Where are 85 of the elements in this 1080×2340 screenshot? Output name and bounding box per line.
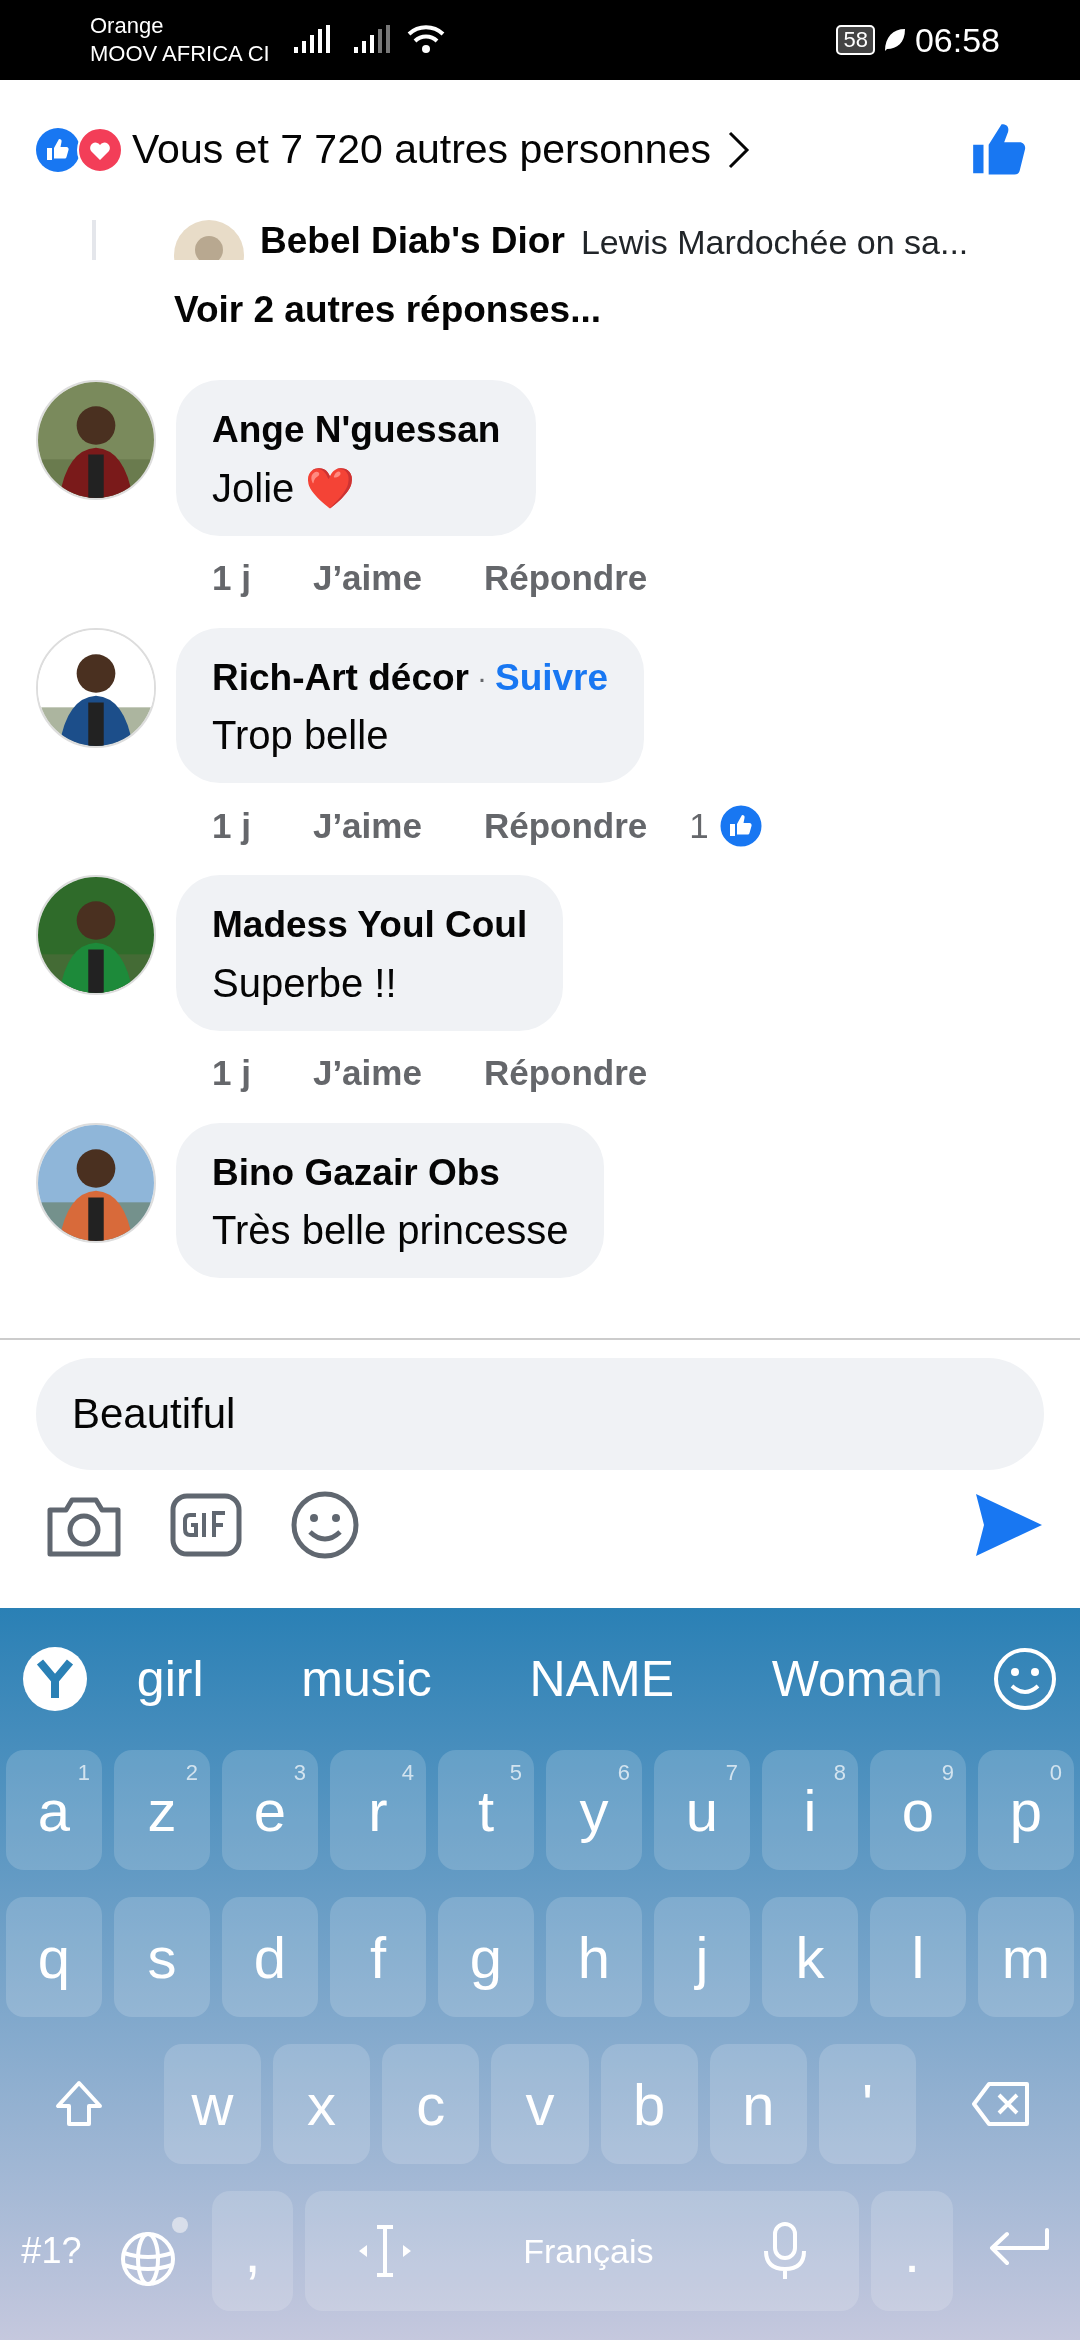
- like-link[interactable]: J’aime: [312, 552, 422, 605]
- key[interactable]: v: [491, 2044, 589, 2164]
- wifi-icon: [405, 24, 446, 56]
- key[interactable]: n: [709, 2044, 807, 2164]
- signal-icon: [293, 25, 330, 55]
- key[interactable]: e 3: [222, 1750, 318, 1870]
- key[interactable]: q: [6, 1897, 102, 2017]
- comment-time: 1 j: [212, 557, 251, 600]
- key[interactable]: h: [546, 1897, 642, 2017]
- key[interactable]: m: [978, 1897, 1074, 2017]
- key[interactable]: o 9: [870, 1750, 966, 1870]
- key[interactable]: x: [273, 2044, 371, 2164]
- comment-field[interactable]: Beautiful: [36, 1358, 1044, 1470]
- signal-icon: [353, 25, 390, 55]
- key-hint: 1: [77, 1759, 90, 1787]
- emoji-icon[interactable]: [290, 1490, 360, 1560]
- suggestion[interactable]: girl: [136, 1641, 204, 1717]
- like-count: 1: [689, 804, 709, 847]
- leaf-icon: [882, 27, 907, 53]
- suggestion[interactable]: NAME: [529, 1641, 675, 1717]
- key[interactable]: r 4: [330, 1750, 426, 1870]
- comment-time: 1 j: [212, 804, 251, 847]
- reactions-icon: [34, 126, 124, 174]
- reactions-link[interactable]: Vous et 7 720 autres personnes: [132, 119, 711, 181]
- reply-link[interactable]: Répondre: [483, 799, 648, 853]
- key-hint: 8: [833, 1759, 846, 1787]
- space-bar[interactable]: Français: [305, 2191, 860, 2311]
- key[interactable]: z 2: [114, 1750, 210, 1870]
- comment-text: Très belle princesse: [212, 1207, 569, 1254]
- reply-link[interactable]: Répondre: [483, 1047, 648, 1100]
- key[interactable]: t 5: [438, 1750, 534, 1870]
- more-replies-link[interactable]: Voir 2 autres réponses...: [174, 282, 602, 338]
- symbols-key[interactable]: #1?: [6, 2191, 97, 2311]
- comment-time: 1 j: [212, 1052, 251, 1095]
- gif-icon[interactable]: [170, 1493, 242, 1557]
- suggestion[interactable]: music: [301, 1641, 432, 1717]
- key-hint: 9: [941, 1759, 954, 1787]
- key-hint: 6: [617, 1759, 630, 1787]
- key-hint: 2: [185, 1759, 198, 1787]
- key[interactable]: ': [819, 2044, 917, 2164]
- comma-key[interactable]: ,: [211, 2191, 294, 2311]
- key-hint: 4: [401, 1759, 414, 1787]
- reply-preview: Lewis Mardochée on sa...: [580, 222, 969, 260]
- separator-dot: ·: [477, 659, 487, 696]
- key[interactable]: f: [330, 1897, 426, 2017]
- key[interactable]: g: [438, 1897, 534, 2017]
- battery-icon: 58: [836, 25, 875, 55]
- key-hint: 5: [509, 1759, 522, 1787]
- emoji-icon[interactable]: [992, 1646, 1058, 1712]
- period-key[interactable]: .: [871, 2191, 954, 2311]
- carrier-name: Orange: [90, 12, 165, 40]
- comment-text: Jolie ❤: [212, 464, 357, 512]
- comment-text: Superbe !!: [212, 959, 398, 1007]
- key[interactable]: j: [654, 1897, 750, 2017]
- key[interactable]: l: [870, 1897, 966, 2017]
- key[interactable]: a 1: [6, 1750, 102, 1870]
- send-icon[interactable]: [974, 1492, 1044, 1558]
- key[interactable]: y 6: [546, 1750, 642, 1870]
- key[interactable]: u 7: [654, 1750, 750, 1870]
- key-hint: 0: [1049, 1759, 1062, 1787]
- key-hint: 7: [725, 1759, 738, 1787]
- commenter-name: Rich-Art décor: [212, 655, 469, 700]
- key-hint: 3: [293, 1759, 306, 1787]
- like-link[interactable]: J’aime: [312, 1047, 422, 1100]
- key[interactable]: c: [382, 2044, 480, 2164]
- key[interactable]: k: [762, 1897, 858, 2017]
- backspace-icon[interactable]: [971, 2081, 1032, 2127]
- commenter-name: Ange N'guessan: [212, 408, 501, 452]
- follow-link[interactable]: Suivre: [495, 649, 609, 705]
- key[interactable]: p 0: [978, 1750, 1074, 1870]
- key[interactable]: s: [114, 1897, 210, 2017]
- key[interactable]: d: [222, 1897, 318, 2017]
- commenter-name: Bebel Diab's Dior: [260, 220, 565, 260]
- key[interactable]: b: [600, 2044, 698, 2164]
- commenter-name: Madess Youl Coul: [212, 903, 528, 947]
- key[interactable]: w: [163, 2044, 261, 2164]
- reply-link[interactable]: Répondre: [483, 552, 648, 605]
- clock: 06:58: [914, 19, 1000, 61]
- comment-text: Trop belle: [212, 712, 390, 759]
- chevron-right-icon: [726, 130, 751, 170]
- key[interactable]: i 8: [762, 1750, 858, 1870]
- carrier-name: MOOV AFRICA CI: [90, 40, 270, 68]
- like-link[interactable]: J’aime: [312, 799, 422, 853]
- keyboard-logo-icon[interactable]: [22, 1646, 88, 1712]
- commenter-name: Bino Gazair Obs: [212, 1150, 500, 1195]
